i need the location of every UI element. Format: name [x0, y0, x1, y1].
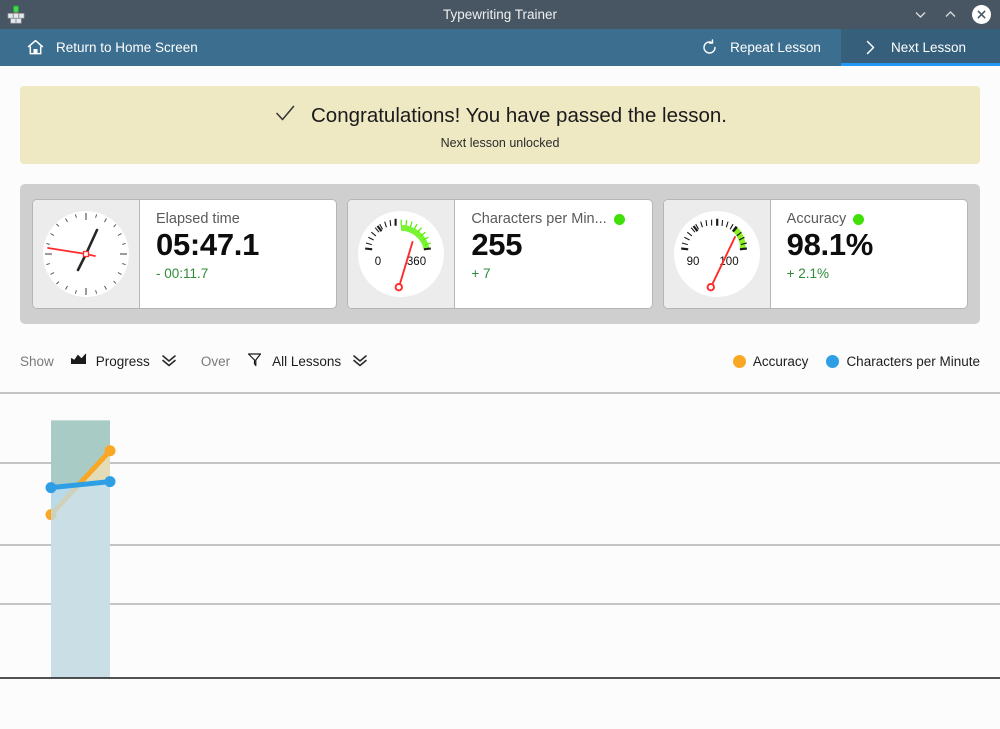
stat-body-accuracy: Accuracy 98.1% + 2.1%: [771, 200, 967, 308]
show-label: Show: [20, 354, 54, 369]
stat-card-elapsed-time: Elapsed time 05:47.1 - 00:11.7: [32, 199, 337, 309]
keyboard-icon: [5, 4, 27, 26]
chart-legend: Accuracy Characters per Minute: [724, 354, 980, 369]
status-dot-icon: [614, 214, 625, 225]
stat-delta: + 2.1%: [787, 266, 967, 281]
status-dot-icon: [853, 214, 864, 225]
legend-label-cpm: Characters per Minute: [846, 354, 980, 369]
chart-point: [105, 445, 116, 456]
chevron-down-double-icon: [159, 352, 179, 371]
stat-delta: + 7: [471, 266, 651, 281]
stat-card-characters-per-minute: 0 360 Characters per Min... 255 + 7: [347, 199, 652, 309]
checkmark-icon: [273, 101, 297, 131]
statistics-strip: Elapsed time 05:47.1 - 00:11.7: [20, 184, 980, 324]
svg-text:360: 360: [407, 256, 426, 268]
next-lesson-label: Next Lesson: [891, 40, 966, 55]
stat-label-text: Characters per Min...: [471, 211, 606, 227]
stopwatch-icon: [33, 200, 140, 308]
area-chart-icon: [70, 351, 87, 371]
legend-item-cpm[interactable]: Characters per Minute: [826, 354, 980, 369]
svg-text:0: 0: [375, 256, 381, 268]
progress-label: Progress: [96, 354, 150, 369]
banner-main-row: Congratulations! You have passed the les…: [273, 101, 727, 131]
stat-label-text: Accuracy: [787, 211, 847, 227]
chart-controls-row: Show Progress Over All Lessons: [20, 346, 980, 376]
close-icon[interactable]: [972, 5, 991, 24]
lesson-toolbar: Return to Home Screen Repeat Lesson Next…: [0, 29, 1000, 66]
stat-body-elapsed-time: Elapsed time 05:47.1 - 00:11.7: [140, 200, 336, 308]
stat-value: 98.1%: [787, 227, 967, 264]
chart-area-characters-per-minute: [51, 482, 110, 678]
svg-text:90: 90: [686, 256, 699, 268]
stat-card-accuracy: 90 100 Accuracy 98.1% + 2.1%: [663, 199, 968, 309]
chevron-up-icon[interactable]: [942, 6, 959, 23]
stat-value: 05:47.1: [156, 227, 336, 264]
lessons-filter-selector[interactable]: All Lessons: [246, 351, 370, 371]
progress-selector[interactable]: Progress: [70, 351, 179, 371]
stat-label: Accuracy: [787, 211, 967, 227]
repeat-lesson-button[interactable]: Repeat Lesson: [680, 29, 841, 66]
toolbar-spacer: [218, 29, 680, 66]
chevron-right-icon: [861, 38, 880, 57]
chart-point: [46, 482, 57, 493]
gauge-icon-accuracy: 90 100: [664, 200, 771, 308]
window-titlebar: Typewriting Trainer: [0, 0, 1000, 29]
banner-subtitle: Next lesson unlocked: [441, 136, 560, 150]
chevron-down-double-icon: [350, 352, 370, 371]
stat-body-characters-per-minute: Characters per Min... 255 + 7: [455, 200, 651, 308]
return-to-home-screen-label: Return to Home Screen: [56, 40, 198, 55]
stat-delta: - 00:11.7: [156, 266, 336, 281]
legend-swatch-accuracy: [733, 355, 746, 368]
chart-plot-area: [0, 388, 1000, 698]
funnel-icon: [246, 351, 263, 371]
refresh-icon: [700, 38, 719, 57]
gauge-icon-cpm: 0 360: [348, 200, 455, 308]
legend-label-accuracy: Accuracy: [753, 354, 809, 369]
stat-value: 255: [471, 227, 651, 264]
stat-label-text: Elapsed time: [156, 211, 240, 227]
over-label: Over: [201, 354, 230, 369]
return-to-home-screen-button[interactable]: Return to Home Screen: [0, 29, 218, 66]
statistics-chart[interactable]: 100 95 360 180: [0, 388, 1000, 698]
window-controls: [912, 5, 1000, 24]
repeat-lesson-label: Repeat Lesson: [730, 40, 821, 55]
legend-swatch-cpm: [826, 355, 839, 368]
lessons-filter-label: All Lessons: [272, 354, 341, 369]
window-title: Typewriting Trainer: [0, 7, 1000, 22]
legend-item-accuracy[interactable]: Accuracy: [733, 354, 809, 369]
stat-label: Characters per Min...: [471, 211, 651, 227]
next-lesson-button[interactable]: Next Lesson: [841, 29, 1000, 66]
congratulations-banner: Congratulations! You have passed the les…: [20, 86, 980, 164]
chart-point: [105, 476, 116, 487]
banner-title: Congratulations! You have passed the les…: [311, 104, 727, 128]
chevron-down-icon[interactable]: [912, 6, 929, 23]
stat-label: Elapsed time: [156, 211, 336, 227]
home-icon: [26, 38, 45, 57]
